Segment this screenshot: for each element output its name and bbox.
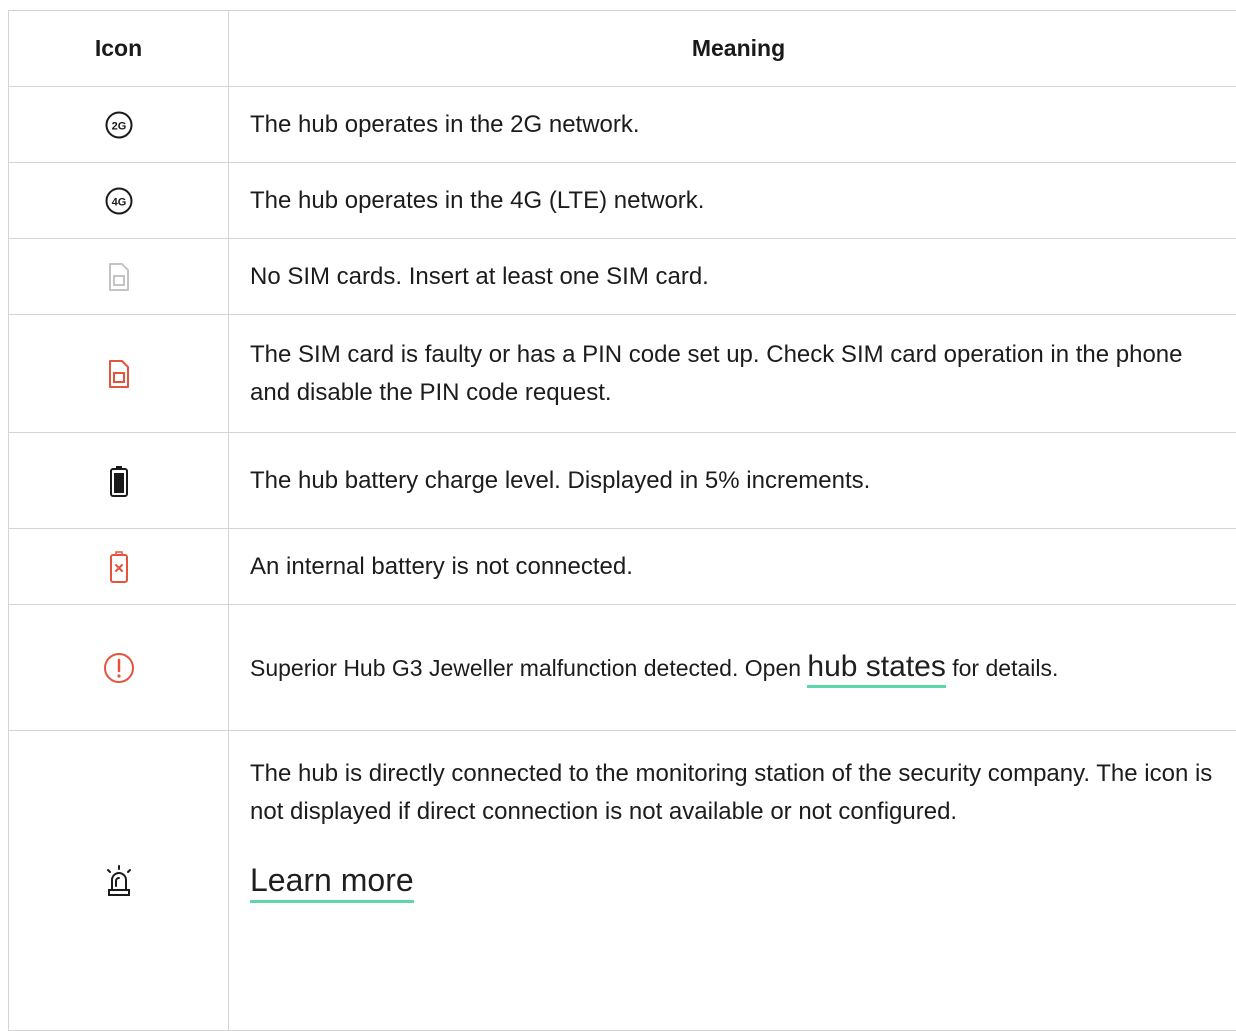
2g-badge-text: 2G (111, 120, 126, 132)
icon-cell (9, 433, 229, 529)
icon-cell: 4G (9, 163, 229, 239)
meaning-cell: An internal battery is not connected. (229, 529, 1236, 605)
meaning-cell: The hub operates in the 4G (LTE) network… (229, 163, 1236, 239)
table-row: 2G The hub operates in the 2G network. (9, 87, 1236, 163)
malfunction-text-before: Superior Hub G3 Jeweller malfunction det… (250, 655, 807, 681)
4g-badge-text: 4G (111, 196, 126, 208)
table-row: The hub battery charge level. Displayed … (9, 433, 1236, 529)
4g-network-icon: 4G (104, 186, 134, 216)
meaning-cell: Superior Hub G3 Jeweller malfunction det… (229, 605, 1236, 731)
icon-cell (9, 605, 229, 731)
table-row: The hub is directly connected to the mon… (9, 731, 1236, 1031)
battery-missing-icon (109, 551, 129, 583)
learn-more-block: Learn more (250, 861, 1228, 903)
hub-states-link[interactable]: hub states (807, 650, 945, 688)
table-row: No SIM cards. Insert at least one SIM ca… (9, 239, 1236, 315)
battery-icon (109, 465, 129, 497)
icon-cell: 2G (9, 87, 229, 163)
header-meaning: Meaning (229, 11, 1236, 87)
sim-card-faulty-icon (107, 359, 131, 389)
icons-table: Icon Meaning 2G The hub operates in the … (8, 10, 1236, 1031)
icon-cell (9, 239, 229, 315)
table-row: The SIM card is faulty or has a PIN code… (9, 315, 1236, 433)
table-row: Superior Hub G3 Jeweller malfunction det… (9, 605, 1236, 731)
learn-more-link[interactable]: Learn more (250, 862, 414, 903)
2g-network-icon: 2G (104, 110, 134, 140)
monitoring-description: The hub is directly connected to the mon… (250, 755, 1228, 831)
table-row: 4G The hub operates in the 4G (LTE) netw… (9, 163, 1236, 239)
icon-cell (9, 529, 229, 605)
sim-card-empty-icon (107, 262, 131, 292)
meaning-cell: The hub battery charge level. Displayed … (229, 433, 1236, 529)
meaning-cell: The hub is directly connected to the mon… (229, 731, 1236, 1031)
header-icon: Icon (9, 11, 229, 87)
icon-cell (9, 315, 229, 433)
warning-icon (103, 652, 135, 684)
icons-table-container: Icon Meaning 2G The hub operates in the … (8, 10, 1236, 1031)
meaning-cell: No SIM cards. Insert at least one SIM ca… (229, 239, 1236, 315)
malfunction-text-after: for details. (946, 655, 1059, 681)
siren-icon (103, 864, 135, 898)
icon-cell (9, 731, 229, 1031)
meaning-cell: The hub operates in the 2G network. (229, 87, 1236, 163)
meaning-cell: The SIM card is faulty or has a PIN code… (229, 315, 1236, 433)
table-row: An internal battery is not connected. (9, 529, 1236, 605)
table-header-row: Icon Meaning (9, 11, 1236, 87)
